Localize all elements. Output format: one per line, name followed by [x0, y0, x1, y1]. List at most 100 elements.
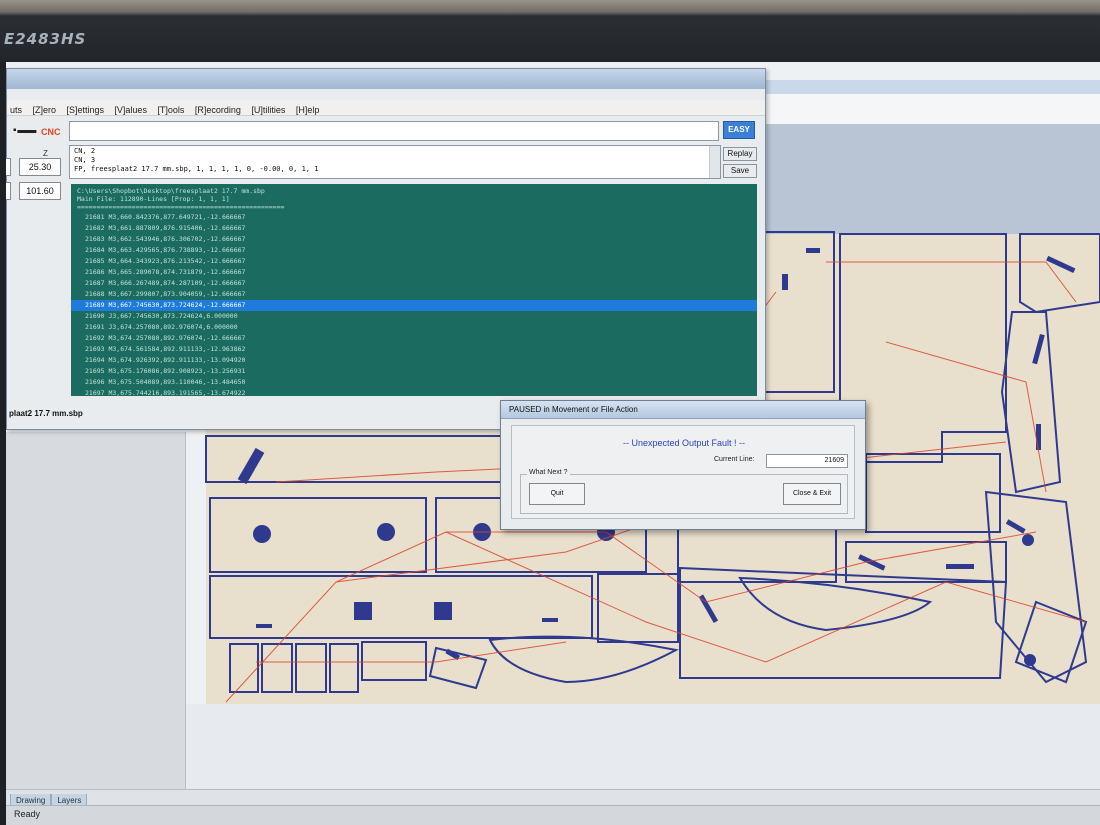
hole: [253, 525, 271, 543]
part-outline: [865, 453, 1001, 533]
dialog-body: -- Unexpected Output Fault ! -- Current …: [511, 425, 855, 519]
part-outline: [361, 641, 427, 681]
file-progress-panel: C:\Users\Shopbot\Desktop\freesplaat2 17.…: [71, 184, 757, 396]
part-outline: [428, 646, 488, 690]
code-line: 21693 M3,674.561584,892.911133,-12.96386…: [85, 345, 246, 353]
cnc-label: CNC: [41, 127, 61, 137]
slot: [782, 274, 788, 290]
part-outline: [261, 643, 293, 693]
screen: Drawing Layers Ready uts [Z]ero [S]etting…: [6, 62, 1100, 825]
clamp-slot: [354, 602, 372, 620]
slot: [1005, 519, 1026, 534]
what-next-label: What Next ?: [527, 469, 570, 476]
history-line: CN, 3: [74, 156, 96, 164]
menu-recording[interactable]: [R]ecording: [192, 103, 244, 117]
quit-button[interactable]: Quit: [529, 483, 585, 505]
part-outline: [209, 575, 593, 639]
slot: [806, 248, 820, 253]
status-bar: Ready: [6, 805, 1100, 825]
code-line: 21690 J3,667.745630,873.724624,6.000000: [85, 312, 238, 320]
file-path: C:\Users\Shopbot\Desktop\freesplaat2 17.…: [77, 187, 265, 195]
file-name-label: plaat2 17.7 mm.sbp: [9, 409, 83, 418]
console-titlebar[interactable]: [7, 69, 765, 89]
easy-button[interactable]: EASY: [723, 121, 755, 139]
menu-tools[interactable]: [T]ools: [154, 103, 187, 117]
menu-zero[interactable]: [Z]ero: [29, 103, 59, 117]
slot: [256, 624, 272, 628]
code-line: 21687 M3,666.267489,874.287109,-12.66666…: [85, 279, 246, 287]
menu-settings[interactable]: [S]ettings: [63, 103, 107, 117]
code-line: 21686 M3,665.289078,874.731879,-12.66666…: [85, 268, 246, 276]
file-header: C:\Users\Shopbot\Desktop\freesplaat2 17.…: [71, 184, 757, 211]
hole: [1024, 654, 1036, 666]
what-next-group: What Next ? Quit Close & Exit: [520, 469, 848, 514]
part-outline: [1019, 233, 1100, 314]
current-line-field[interactable]: 21609: [766, 454, 848, 468]
replay-button[interactable]: Replay: [723, 147, 757, 161]
part-outline: [597, 573, 679, 643]
menu-utilities[interactable]: [U]tilities: [248, 103, 288, 117]
part-outline: [329, 643, 359, 693]
code-line: 21691 J3,674.257080,892.976074,6.000000: [85, 323, 238, 331]
z-axis-label: Z: [43, 149, 48, 158]
part-outline: [295, 643, 327, 693]
dialog-title: PAUSED in Movement or File Action: [509, 405, 638, 414]
menu-bar: uts [Z]ero [S]ettings [V]alues [T]ools […: [7, 100, 765, 116]
coord-field-partial: [6, 158, 11, 176]
z-coordinate-field: 25.30: [19, 158, 61, 176]
code-line: 21684 M3,663.429565,876.738893,-12.66666…: [85, 246, 246, 254]
slot: [946, 564, 974, 569]
code-line: 21696 M3,675.504089,893.110046,-13.48465…: [85, 378, 246, 386]
coord-field-partial: [6, 182, 11, 200]
dialog-titlebar[interactable]: PAUSED in Movement or File Action: [501, 401, 865, 419]
separator-line: ========================================…: [77, 203, 285, 211]
rapid-move: [885, 341, 1047, 493]
cnc-logo-dots-icon: ▪ ▬▬: [13, 125, 36, 136]
code-line: 21688 M3,667.299807,873.904059,-12.66666…: [85, 290, 246, 298]
command-history[interactable]: CN, 2 CN, 3 FP, freesplaat2 17.7 mm.sbp,…: [69, 145, 721, 179]
part-outline: [488, 635, 679, 684]
part-outline: [760, 231, 835, 393]
rapid-move: [826, 261, 1077, 303]
close-exit-button[interactable]: Close & Exit: [783, 483, 841, 505]
menu-values[interactable]: [V]alues: [111, 103, 150, 117]
part-outline: [679, 566, 1008, 679]
slot: [542, 618, 558, 622]
code-line-current: 21689 M3,667.745630,873.724624,-12.66666…: [85, 301, 246, 309]
part-outline: [1000, 311, 1062, 494]
history-line: FP, freesplaat2 17.7 mm.sbp, 1, 1, 1, 1,…: [74, 165, 319, 173]
code-line: 21697 M3,675.744216,893.191565,-13.67492…: [85, 389, 246, 396]
status-text: Ready: [14, 809, 41, 819]
code-line: 21695 M3,675.176086,892.908923,-13.25693…: [85, 367, 246, 375]
main-file-info: Main File: 112890-Lines [Prop: 1, 1, 1]: [77, 195, 230, 203]
part-outline: [738, 576, 933, 632]
viewer-tab-strip: Drawing Layers: [6, 789, 1100, 808]
coordinate-field: 101.60: [19, 182, 61, 200]
monitor-brand-label: E2483HS: [4, 30, 87, 48]
command-input[interactable]: [69, 121, 719, 141]
menu-cuts[interactable]: uts: [7, 103, 25, 117]
slot: [1036, 424, 1041, 450]
rapid-move: [225, 531, 606, 703]
code-line: 21694 M3,674.926392,892.911133,-13.09492…: [85, 356, 246, 364]
history-line: CN, 2: [74, 147, 96, 155]
slot: [1032, 333, 1045, 365]
hole: [1022, 534, 1034, 546]
code-line: 21682 M3,661.887809,876.915406,-12.66666…: [85, 224, 246, 232]
history-scrollbar[interactable]: [709, 146, 720, 178]
slot: [1046, 255, 1076, 274]
paused-dialog: PAUSED in Movement or File Action -- Une…: [500, 400, 866, 530]
code-line: 21692 M3,674.257080,892.976074,-12.66666…: [85, 334, 246, 342]
current-line-label: Current Line:: [714, 456, 755, 463]
slot: [237, 447, 265, 485]
code-line: 21683 M3,662.543946,876.306702,-12.66666…: [85, 235, 246, 243]
code-line: 21685 M3,664.343923,876.213542,-12.66666…: [85, 257, 246, 265]
shopbot-console-window: uts [Z]ero [S]ettings [V]alues [T]ools […: [6, 68, 766, 430]
clamp-slot: [434, 602, 452, 620]
save-button[interactable]: Save: [723, 164, 757, 178]
menu-help[interactable]: [H]elp: [293, 103, 323, 117]
monitor-bezel: E2483HS: [0, 0, 1100, 62]
hole: [377, 523, 395, 541]
code-line: 21681 M3,660.842376,877.649721,-12.66666…: [85, 213, 246, 221]
cnc-logo: ▪ ▬▬ CNC: [7, 119, 71, 145]
